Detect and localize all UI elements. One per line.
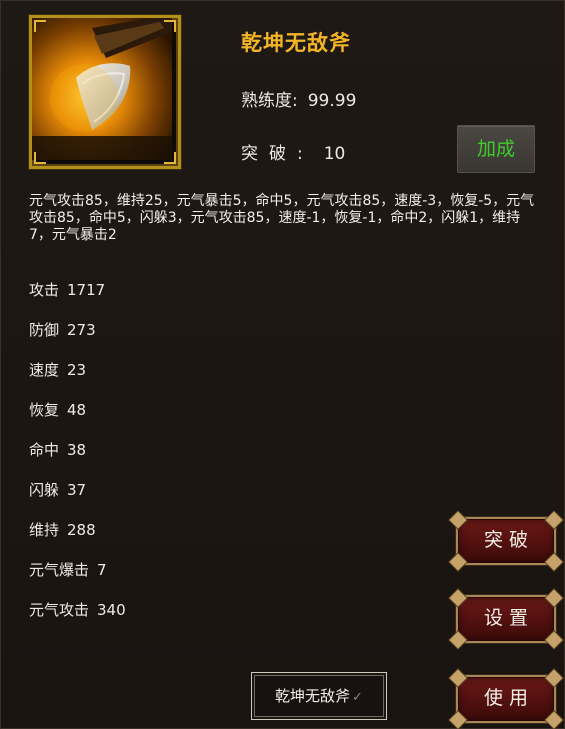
stat-label: 命中 bbox=[29, 441, 60, 459]
use-button-label: 使用 bbox=[483, 687, 534, 709]
proficiency-value: 99.99 bbox=[307, 91, 357, 111]
frame-corner-ornament bbox=[34, 20, 46, 32]
item-name: 乾坤无敌斧 bbox=[241, 31, 351, 55]
item-name-tab-label: 乾坤无敌斧 bbox=[275, 687, 351, 705]
settings-button[interactable]: 设置 bbox=[449, 595, 563, 649]
button-corner-ornament bbox=[545, 553, 563, 571]
stat-row: 恢复 48 bbox=[29, 399, 86, 420]
stat-label: 攻击 bbox=[29, 281, 60, 299]
proficiency-label: 熟练度: bbox=[241, 91, 298, 111]
button-corner-ornament bbox=[545, 631, 563, 649]
stat-label: 防御 bbox=[29, 321, 60, 339]
breakthrough-row: 突破: 10 bbox=[241, 139, 345, 164]
stat-label: 维持 bbox=[29, 521, 60, 539]
stat-row: 闪躲 37 bbox=[29, 479, 86, 500]
golden-axe-icon bbox=[32, 18, 172, 160]
stat-row: 命中 38 bbox=[29, 439, 86, 460]
button-corner-ornament bbox=[449, 711, 467, 729]
stat-row: 元气爆击 7 bbox=[29, 559, 107, 580]
stat-value: 48 bbox=[67, 401, 87, 419]
stat-label: 恢复 bbox=[29, 401, 60, 419]
stat-value: 288 bbox=[67, 521, 96, 539]
breakthrough-button-label: 突破 bbox=[483, 529, 534, 551]
button-corner-ornament bbox=[449, 553, 467, 571]
stat-row: 防御 273 bbox=[29, 319, 96, 340]
stat-value: 7 bbox=[97, 561, 107, 579]
stat-row: 元气攻击 340 bbox=[29, 599, 126, 620]
stat-value: 38 bbox=[67, 441, 87, 459]
breakthrough-value: 10 bbox=[323, 144, 346, 164]
stat-label: 速度 bbox=[29, 361, 60, 379]
button-corner-ornament bbox=[449, 631, 467, 649]
stat-value: 1717 bbox=[67, 281, 106, 299]
stat-value: 23 bbox=[67, 361, 87, 379]
stat-value: 340 bbox=[97, 601, 126, 619]
frame-corner-ornament bbox=[164, 152, 176, 164]
stat-label: 元气攻击 bbox=[29, 601, 90, 619]
button-corner-ornament bbox=[545, 711, 563, 729]
stat-row: 速度 23 bbox=[29, 359, 86, 380]
item-icon-frame[interactable] bbox=[29, 15, 181, 169]
settings-button-label: 设置 bbox=[483, 607, 534, 629]
use-button[interactable]: 使用 bbox=[449, 675, 563, 729]
stat-label: 元气爆击 bbox=[29, 561, 90, 579]
stat-row: 攻击 1717 bbox=[29, 279, 105, 300]
bonus-button[interactable]: 加成 bbox=[457, 125, 535, 173]
breakthrough-label: 突破: bbox=[241, 144, 314, 164]
stat-value: 37 bbox=[67, 481, 87, 499]
item-name-tab[interactable]: 乾坤无敌斧 ✓ bbox=[251, 672, 387, 720]
item-detail-panel: 乾坤无敌斧 熟练度: 99.99 突破: 10 加成 元气攻击85，维持25，元气暴… bbox=[0, 0, 565, 729]
stat-row: 维持 288 bbox=[29, 519, 96, 540]
frame-corner-ornament bbox=[164, 20, 176, 32]
stat-value: 273 bbox=[67, 321, 96, 339]
proficiency-row: 熟练度: 99.99 bbox=[241, 86, 356, 111]
checkmark-icon: ✓ bbox=[352, 690, 363, 705]
breakthrough-button[interactable]: 突破 bbox=[449, 517, 563, 571]
item-description: 元气攻击85，维持25，元气暴击5，命中5，元气攻击85，速度-3，恢复-5，元… bbox=[29, 193, 535, 243]
stat-label: 闪躲 bbox=[29, 481, 60, 499]
frame-corner-ornament bbox=[34, 152, 46, 164]
